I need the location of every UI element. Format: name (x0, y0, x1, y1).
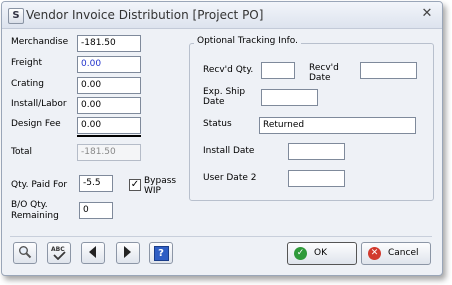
cancel-x-icon: ✕ (368, 247, 381, 260)
bo-qty-remaining-field[interactable]: 0 (79, 202, 113, 219)
freight-field[interactable]: 0.00 (77, 56, 141, 73)
help-button[interactable]: ? (149, 242, 173, 264)
ok-label: OK (314, 248, 327, 258)
ok-check-icon: ✓ (294, 247, 307, 260)
user-date-2-label: User Date 2 (203, 173, 257, 183)
previous-button[interactable] (81, 242, 105, 264)
exp-ship-date-field[interactable] (261, 89, 318, 106)
previous-icon (89, 245, 97, 261)
crating-field[interactable]: 0.00 (77, 77, 141, 94)
design-fee-field[interactable]: 0.00 (77, 117, 141, 134)
merchandise-label: Merchandise (11, 37, 69, 47)
crating-label: Crating (11, 79, 44, 89)
recvd-date-label-2: Date (309, 73, 331, 83)
status-label: Status (203, 119, 232, 129)
dialog-window: S Vendor Invoice Distribution [Project P… (1, 1, 443, 276)
install-date-field[interactable] (288, 143, 345, 160)
cancel-button[interactable]: ✕ Cancel (361, 242, 431, 265)
exp-ship-date-label-1: Exp. Ship (203, 87, 246, 97)
footer-separator (10, 236, 432, 237)
total-field: -181.50 (77, 144, 141, 161)
magnifier-button[interactable] (13, 242, 37, 264)
tracking-group-title: Optional Tracking Info. (194, 36, 301, 46)
status-field[interactable]: Returned (259, 117, 416, 134)
app-icon: S (8, 8, 24, 24)
user-date-2-field[interactable] (288, 170, 345, 187)
bypass-wip-label-1: Bypass (144, 176, 177, 186)
install-date-label: Install Date (203, 146, 255, 156)
merchandise-field[interactable]: -181.50 (77, 35, 141, 52)
bypass-wip-checkbox[interactable]: ✓ (129, 179, 141, 191)
recvd-qty-label: Recv'd Qty. (203, 65, 254, 75)
spellcheck-icon: ABC (51, 246, 67, 260)
total-rule (77, 135, 141, 137)
design-fee-label: Design Fee (11, 119, 61, 129)
recvd-date-label-1: Recv'd (309, 63, 339, 73)
recvd-date-field[interactable] (360, 62, 417, 79)
ok-button[interactable]: ✓ OK (287, 242, 357, 265)
exp-ship-date-label-2: Date (203, 97, 225, 107)
bypass-wip-label-2: WIP (144, 186, 161, 196)
install-labor-field[interactable]: 0.00 (77, 97, 141, 114)
bo-qty-label-2: Remaining (11, 211, 59, 221)
install-labor-label: Install/Labor (11, 99, 67, 109)
title-bar[interactable]: S Vendor Invoice Distribution [Project P… (2, 2, 442, 29)
magnifier-icon (18, 245, 32, 262)
freight-label: Freight (11, 58, 43, 68)
total-label: Total (11, 147, 33, 157)
next-button[interactable] (116, 242, 140, 264)
spellcheck-button[interactable]: ABC (47, 242, 71, 264)
window-title: Vendor Invoice Distribution [Project PO] (26, 8, 264, 22)
qty-paid-for-field[interactable]: -5.5 (79, 175, 113, 192)
qty-paid-for-label: Qty. Paid For (11, 180, 68, 190)
cancel-label: Cancel (388, 248, 419, 258)
next-icon (124, 245, 132, 261)
bo-qty-label-1: B/O Qty. (11, 200, 48, 210)
recvd-qty-field[interactable] (261, 62, 295, 79)
help-icon: ? (153, 245, 169, 261)
close-icon[interactable]: ✕ (420, 7, 434, 21)
